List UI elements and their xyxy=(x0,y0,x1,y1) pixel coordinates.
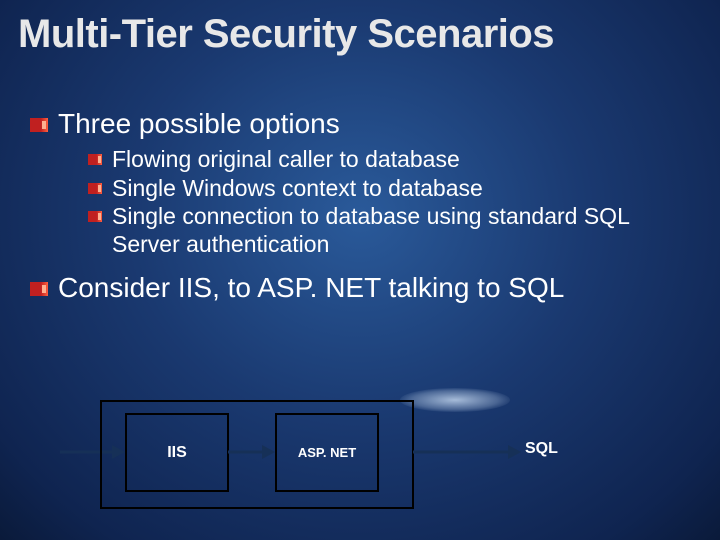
bullet-icon xyxy=(88,183,102,194)
slide-body: Three possible options Flowing original … xyxy=(30,100,690,310)
decorative-highlight xyxy=(400,388,510,412)
bullet-level1: Consider IIS, to ASP. NET talking to SQL xyxy=(30,272,690,304)
bullet-icon xyxy=(30,118,48,132)
bullet-text: Three possible options xyxy=(58,108,690,140)
bullet-text: Single connection to database using stan… xyxy=(112,203,690,258)
bullet-icon xyxy=(30,282,48,296)
slide-title: Multi-Tier Security Scenarios xyxy=(18,12,554,57)
bullet-icon xyxy=(88,154,102,165)
bullet-level2: Flowing original caller to database xyxy=(88,146,690,174)
arrow-icon xyxy=(413,442,521,462)
sql-label: SQL xyxy=(525,440,558,458)
bullet-level2: Single connection to database using stan… xyxy=(88,203,690,258)
architecture-diagram: IIS ASP. NET SQL xyxy=(60,400,660,520)
bullet-icon xyxy=(88,211,102,222)
bullet-level1: Three possible options xyxy=(30,108,690,140)
bullet-level2: Single Windows context to database xyxy=(88,175,690,203)
bullet-text: Consider IIS, to ASP. NET talking to SQL xyxy=(58,272,690,304)
iis-box: IIS xyxy=(125,413,229,492)
aspnet-box: ASP. NET xyxy=(275,413,379,492)
bullet-text: Single Windows context to database xyxy=(112,175,690,203)
bullet-text: Flowing original caller to database xyxy=(112,146,690,174)
arrow-icon xyxy=(228,442,275,462)
